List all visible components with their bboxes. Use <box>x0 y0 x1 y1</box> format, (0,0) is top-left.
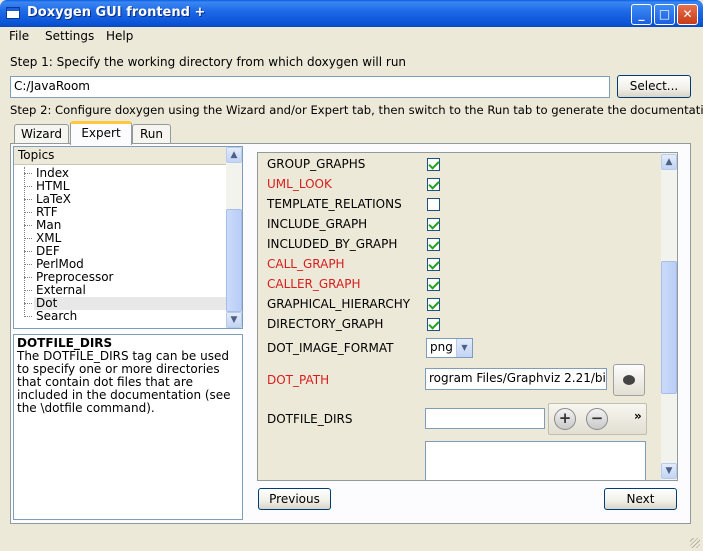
menu-settings[interactable]: Settings <box>45 29 94 43</box>
option-label: INCLUDED_BY_GRAPH <box>267 237 398 251</box>
option-checkbox[interactable] <box>427 218 440 231</box>
option-label: INCLUDE_GRAPH <box>267 217 368 231</box>
close-button[interactable]: ✕ <box>677 4 698 25</box>
dot-image-format-select[interactable]: png ▼ <box>426 338 473 358</box>
tab-run[interactable]: Run <box>132 124 171 144</box>
tree-tick <box>24 186 32 187</box>
topics-tree[interactable]: Topics Index HTML LaTeX RTF Man XML DEF … <box>13 146 243 329</box>
tree-tick <box>24 303 32 304</box>
tree-tick <box>24 225 32 226</box>
option-label: DIRECTORY_GRAPH <box>267 317 384 331</box>
option-label: CALL_GRAPH <box>267 257 345 271</box>
minimize-button[interactable]: _ <box>631 4 652 25</box>
settings-panel: GROUP_GRAPHS UML_LOOK TEMPLATE_RELATIONS… <box>257 152 678 481</box>
remove-icon[interactable]: − <box>586 408 608 430</box>
tree-tick <box>24 277 32 278</box>
working-directory-input[interactable]: C:/JavaRoom <box>10 76 610 98</box>
scroll-thumb[interactable] <box>661 261 677 394</box>
dot-image-format-value: png <box>430 340 453 354</box>
topics-header: Topics <box>14 147 228 165</box>
resize-grip-icon[interactable] <box>690 538 700 548</box>
step1-label: Step 1: Specify the working directory fr… <box>10 55 407 69</box>
dot-path-label: DOT_PATH <box>267 373 330 387</box>
chevron-down-icon[interactable]: ▼ <box>456 339 472 357</box>
tab-expert[interactable]: Expert <box>70 121 132 145</box>
tree-tick <box>24 212 32 213</box>
tree-tick <box>24 251 32 252</box>
menu-help[interactable]: Help <box>106 29 133 43</box>
option-checkbox[interactable] <box>427 298 440 311</box>
option-checkbox[interactable] <box>427 178 440 191</box>
option-checkbox[interactable] <box>427 238 440 251</box>
dotfile-dirs-label: DOTFILE_DIRS <box>267 412 353 426</box>
title-bar: Doxygen GUI frontend + _ □ ✕ <box>0 0 703 27</box>
next-button[interactable]: Next <box>604 488 677 510</box>
dotfile-dirs-input[interactable] <box>425 408 545 429</box>
option-checkbox[interactable] <box>427 198 440 211</box>
browse-folder-button[interactable] <box>613 364 645 396</box>
app-icon <box>6 7 20 19</box>
option-label: UML_LOOK <box>267 177 332 191</box>
tree-tick <box>24 290 32 291</box>
menu-bar: File Settings Help <box>0 27 703 47</box>
tree-tick <box>24 238 32 239</box>
option-checkbox[interactable] <box>427 318 440 331</box>
scroll-down-icon[interactable]: ▼ <box>226 312 242 328</box>
tree-tick <box>24 199 32 200</box>
option-label: CALLER_GRAPH <box>267 277 361 291</box>
tree-tick <box>24 264 32 265</box>
option-checkbox[interactable] <box>427 158 440 171</box>
previous-button[interactable]: Previous <box>258 488 331 510</box>
folder-icon <box>623 375 635 385</box>
more-icon[interactable]: » <box>634 409 642 423</box>
menu-file[interactable]: File <box>9 29 29 43</box>
scroll-down-icon[interactable]: ▼ <box>661 463 677 479</box>
option-label: GROUP_GRAPHS <box>267 157 366 171</box>
scroll-up-icon[interactable]: ▲ <box>226 147 242 163</box>
help-text: The DOTFILE_DIRS tag can be used to spec… <box>17 349 231 415</box>
window-title: Doxygen GUI frontend + <box>27 5 206 20</box>
settings-scrollbar[interactable]: ▲ ▼ <box>661 153 677 480</box>
maximize-button[interactable]: □ <box>654 4 675 25</box>
tree-tick <box>24 173 32 174</box>
add-icon[interactable]: + <box>554 408 576 430</box>
tab-wizard[interactable]: Wizard <box>14 124 69 144</box>
dot-image-format-label: DOT_IMAGE_FORMAT <box>267 341 394 355</box>
topic-item-search[interactable]: Search <box>36 310 77 323</box>
step2-label: Step 2: Configure doxygen using the Wiza… <box>10 103 703 117</box>
option-label: TEMPLATE_RELATIONS <box>267 197 402 211</box>
option-label: GRAPHICAL_HIERARCHY <box>267 297 411 311</box>
tree-tick <box>24 316 32 317</box>
help-panel: DOTFILE_DIRS The DOTFILE_DIRS tag can be… <box>13 334 243 520</box>
option-checkbox[interactable] <box>427 258 440 271</box>
select-directory-button[interactable]: Select... <box>617 75 691 98</box>
topics-scrollbar[interactable]: ▲ ▼ <box>226 147 242 328</box>
scroll-up-icon[interactable]: ▲ <box>661 154 677 170</box>
tree-connector <box>24 167 25 317</box>
scroll-thumb[interactable] <box>226 209 242 312</box>
dotfile-dirs-list[interactable] <box>425 441 646 480</box>
dot-path-input[interactable]: rogram Files/Graphviz 2.21/bin <box>425 368 607 390</box>
option-checkbox[interactable] <box>427 278 440 291</box>
